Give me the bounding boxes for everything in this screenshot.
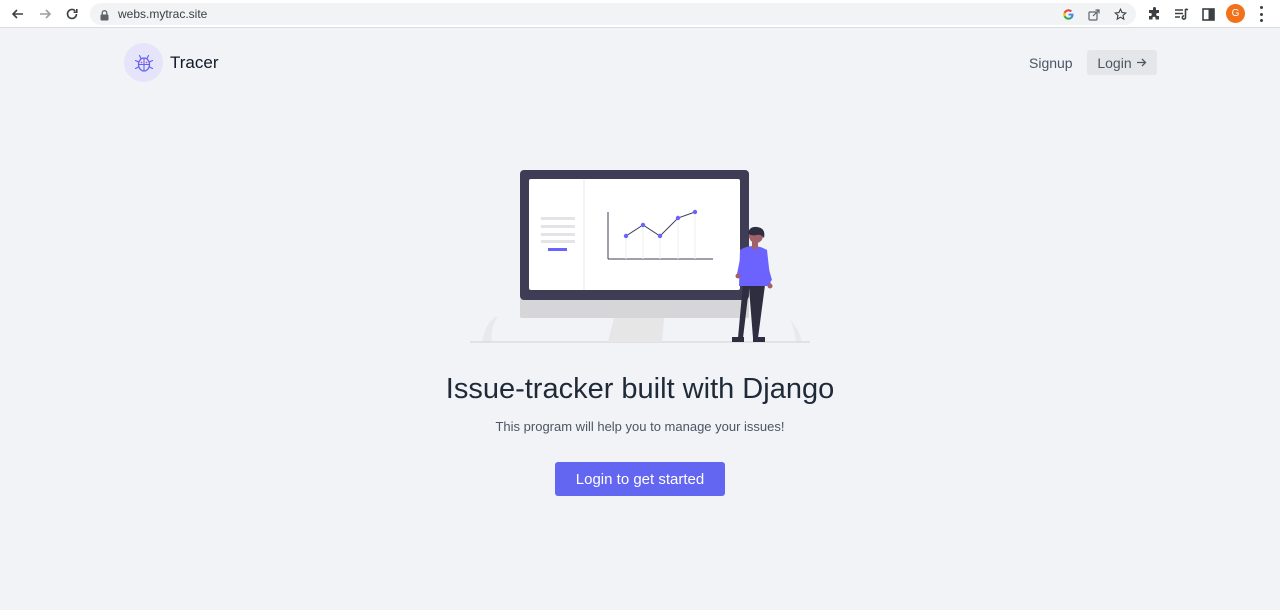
- back-button[interactable]: [8, 4, 28, 24]
- bug-icon: [134, 54, 153, 72]
- hero-subtitle: This program will help you to manage you…: [495, 419, 785, 434]
- browser-toolbar: webs.mytrac.site G: [0, 0, 1280, 28]
- side-panel-icon[interactable]: [1199, 5, 1217, 23]
- brand-name[interactable]: Tracer: [170, 53, 219, 73]
- forward-button[interactable]: [35, 4, 55, 24]
- extensions-icon[interactable]: [1146, 5, 1164, 23]
- arrow-right-icon: [1136, 58, 1147, 67]
- hero-illustration: [470, 170, 810, 343]
- login-button[interactable]: Login: [1087, 50, 1157, 75]
- get-started-button[interactable]: Login to get started: [555, 462, 725, 496]
- reload-button[interactable]: [62, 4, 82, 24]
- hero-title: Issue-tracker built with Django: [445, 373, 835, 405]
- login-button-label: Login: [1097, 54, 1132, 71]
- share-icon[interactable]: [1086, 6, 1102, 22]
- media-queue-icon[interactable]: [1172, 5, 1190, 23]
- star-bookmark-icon[interactable]: [1112, 6, 1128, 22]
- logo[interactable]: [124, 43, 163, 82]
- browser-menu-icon[interactable]: [1258, 6, 1264, 22]
- profile-avatar[interactable]: G: [1226, 4, 1245, 23]
- google-icon[interactable]: [1060, 6, 1076, 22]
- arrow-right-icon: [40, 9, 52, 19]
- reload-icon: [66, 8, 78, 20]
- address-bar[interactable]: webs.mytrac.site: [90, 3, 1136, 25]
- arrow-left-icon: [11, 9, 23, 19]
- url-text: webs.mytrac.site: [118, 7, 208, 21]
- lock-icon: [100, 8, 109, 26]
- signup-link[interactable]: Signup: [1020, 51, 1082, 75]
